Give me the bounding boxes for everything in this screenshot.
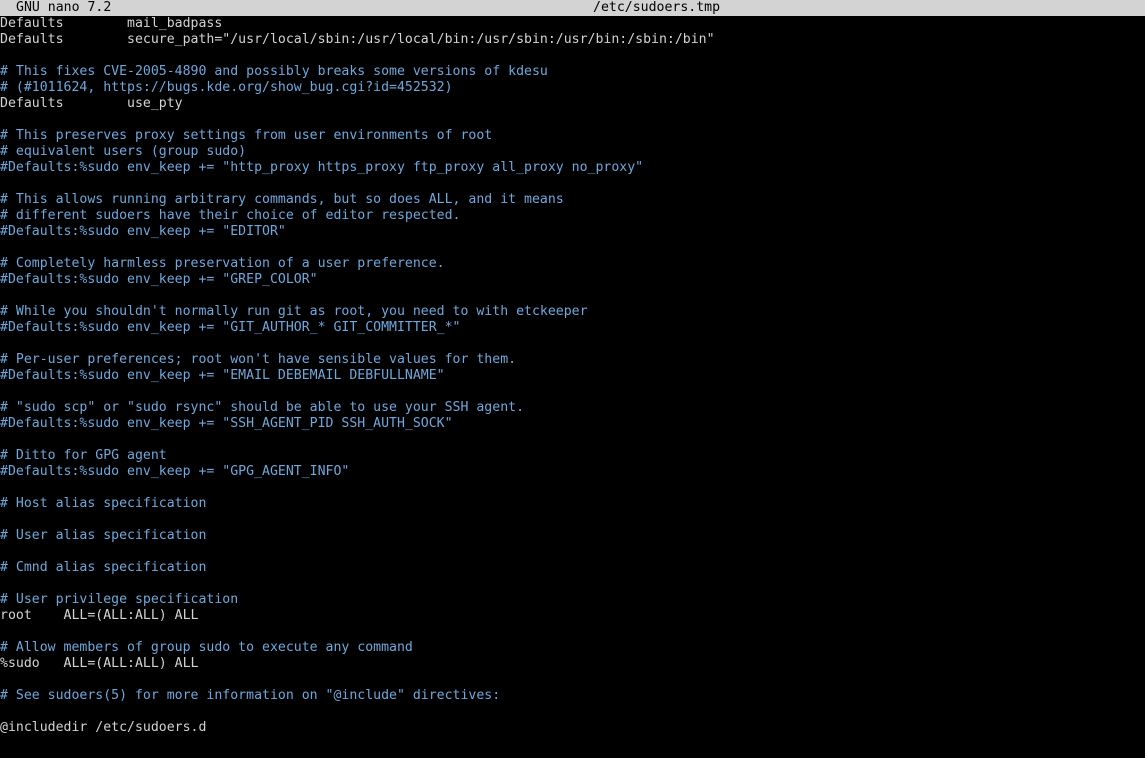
config-line[interactable] bbox=[0, 512, 1145, 528]
file-name: /etc/sudoers.tmp bbox=[593, 0, 721, 15]
comment-line[interactable]: # This allows running arbitrary commands… bbox=[0, 192, 1145, 208]
config-line[interactable]: Defaults mail_badpass bbox=[0, 16, 1145, 32]
config-line[interactable]: @includedir /etc/sudoers.d bbox=[0, 720, 1145, 736]
comment-line[interactable]: # (#1011624, https://bugs.kde.org/show_b… bbox=[0, 80, 1145, 96]
config-line[interactable] bbox=[0, 240, 1145, 256]
config-line[interactable]: Defaults secure_path="/usr/local/sbin:/u… bbox=[0, 32, 1145, 48]
comment-line[interactable]: # Cmnd alias specification bbox=[0, 560, 1145, 576]
comment-line[interactable]: #Defaults:%sudo env_keep += "GIT_AUTHOR_… bbox=[0, 320, 1145, 336]
nano-title-bar: GNU nano 7.2 /etc/sudoers.tmp bbox=[0, 0, 1145, 16]
config-line[interactable] bbox=[0, 624, 1145, 640]
comment-line[interactable]: #Defaults:%sudo env_keep += "http_proxy … bbox=[0, 160, 1145, 176]
comment-line[interactable]: #Defaults:%sudo env_keep += "SSH_AGENT_P… bbox=[0, 416, 1145, 432]
config-line[interactable]: root ALL=(ALL:ALL) ALL bbox=[0, 608, 1145, 624]
config-line[interactable] bbox=[0, 704, 1145, 720]
config-line[interactable]: %sudo ALL=(ALL:ALL) ALL bbox=[0, 656, 1145, 672]
config-line[interactable] bbox=[0, 336, 1145, 352]
config-line[interactable] bbox=[0, 48, 1145, 64]
config-line[interactable] bbox=[0, 176, 1145, 192]
comment-line[interactable]: #Defaults:%sudo env_keep += "EMAIL DEBEM… bbox=[0, 368, 1145, 384]
comment-line[interactable]: # User alias specification bbox=[0, 528, 1145, 544]
comment-line[interactable]: # "sudo scp" or "sudo rsync" should be a… bbox=[0, 400, 1145, 416]
comment-line[interactable]: # Host alias specification bbox=[0, 496, 1145, 512]
comment-line[interactable]: # Ditto for GPG agent bbox=[0, 448, 1145, 464]
config-line[interactable] bbox=[0, 112, 1145, 128]
comment-line[interactable]: #Defaults:%sudo env_keep += "EDITOR" bbox=[0, 224, 1145, 240]
config-line[interactable] bbox=[0, 576, 1145, 592]
comment-line[interactable]: # different sudoers have their choice of… bbox=[0, 208, 1145, 224]
comment-line[interactable]: # This preserves proxy settings from use… bbox=[0, 128, 1145, 144]
config-line[interactable] bbox=[0, 672, 1145, 688]
comment-line[interactable]: #Defaults:%sudo env_keep += "GPG_AGENT_I… bbox=[0, 464, 1145, 480]
config-line[interactable] bbox=[0, 544, 1145, 560]
app-name: GNU nano 7.2 bbox=[16, 0, 112, 15]
comment-line[interactable]: # equivalent users (group sudo) bbox=[0, 144, 1145, 160]
comment-line[interactable]: # While you shouldn't normally run git a… bbox=[0, 304, 1145, 320]
config-line[interactable] bbox=[0, 480, 1145, 496]
comment-line[interactable]: # Completely harmless preservation of a … bbox=[0, 256, 1145, 272]
comment-line[interactable]: # Allow members of group sudo to execute… bbox=[0, 640, 1145, 656]
comment-line[interactable]: #Defaults:%sudo env_keep += "GREP_COLOR" bbox=[0, 272, 1145, 288]
comment-line[interactable]: # User privilege specification bbox=[0, 592, 1145, 608]
comment-line[interactable]: # See sudoers(5) for more information on… bbox=[0, 688, 1145, 704]
comment-line[interactable]: # This fixes CVE-2005-4890 and possibly … bbox=[0, 64, 1145, 80]
config-line[interactable] bbox=[0, 432, 1145, 448]
editor-text-area[interactable]: Defaults mail_badpass Defaults secure_pat… bbox=[0, 16, 1145, 736]
config-line[interactable] bbox=[0, 384, 1145, 400]
config-line[interactable]: Defaults use_pty bbox=[0, 96, 1145, 112]
config-line[interactable] bbox=[0, 288, 1145, 304]
comment-line[interactable]: # Per-user preferences; root won't have … bbox=[0, 352, 1145, 368]
